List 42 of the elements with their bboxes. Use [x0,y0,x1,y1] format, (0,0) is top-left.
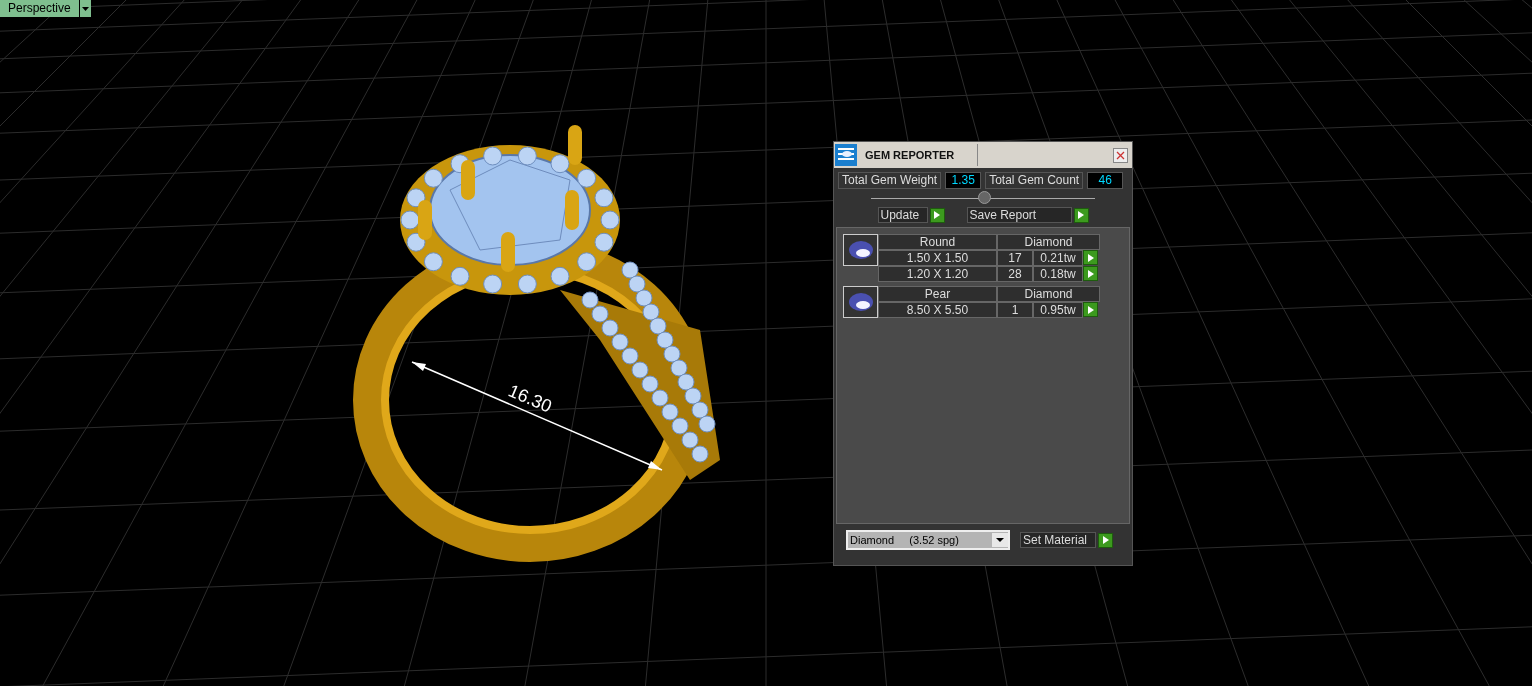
play-icon [934,211,940,219]
table-cell: Round [878,234,997,250]
table-cell: 0.21tw [1033,250,1083,266]
table-cell: 1 [997,302,1033,318]
caret-icon [992,533,1008,547]
table-cell: 8.50 X 5.50 [878,302,997,318]
run-button[interactable] [1098,532,1113,548]
count-label: Total Gem Count [985,172,1084,189]
play-icon [1102,536,1109,544]
table-cell: 0.95tw [1033,302,1083,318]
close-button[interactable] [1113,147,1128,163]
gem-icon [847,240,874,260]
weight-label: Total Gem Weight [838,172,942,189]
table-cell: 0.18tw [1033,266,1083,282]
gem-icon [847,292,874,312]
viewport-tab[interactable]: Perspective [0,0,79,17]
action-button[interactable]: Update [877,207,928,223]
table-cell: Diamond [997,234,1100,250]
run-button[interactable] [1073,207,1089,223]
table-cell: 1.50 X 1.50 [878,250,997,266]
run-button[interactable] [1083,266,1098,281]
splitter-handle[interactable] [978,191,991,204]
weight-value: 1.35 [945,172,982,189]
run-button[interactable] [929,207,945,223]
run-button[interactable] [1083,302,1098,317]
count-value: 46 [1087,172,1124,189]
set-material-button[interactable]: Set Material [1020,532,1096,548]
table-cell: 1.20 X 1.20 [878,266,997,282]
app-icon [835,144,857,166]
window-title: GEM REPORTER [865,147,956,163]
table-cell: 17 [997,250,1033,266]
dimension-label: 16.30 [505,380,555,417]
caret-icon [81,6,89,11]
close-icon [1116,150,1125,160]
material-dropdown[interactable]: Diamond (3.52 spg) [846,530,1010,550]
action-button[interactable]: Save Report [966,207,1072,223]
play-icon [1087,305,1094,314]
table-cell: Diamond [997,286,1100,302]
run-button[interactable] [1083,250,1098,265]
table-cell: 28 [997,266,1033,282]
table-cell: Pear [878,286,997,302]
play-icon [1078,211,1084,219]
